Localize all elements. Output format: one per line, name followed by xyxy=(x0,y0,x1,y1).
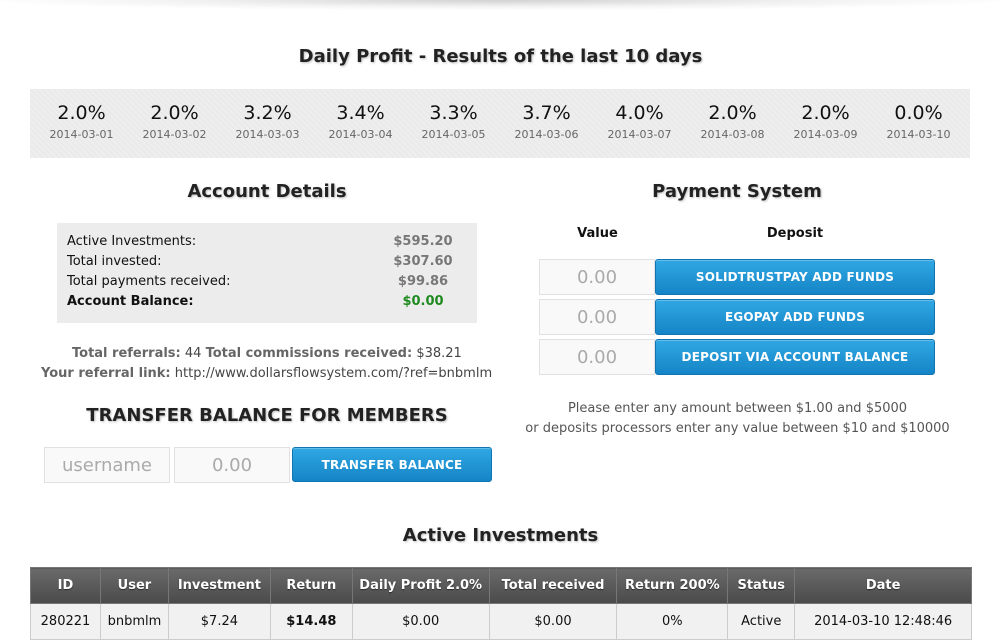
account-row-active-investments: Active Investments: $595.20 xyxy=(67,234,467,254)
account-row-label: Active Investments: xyxy=(67,234,197,249)
profit-day: 2.0% 2014-03-08 xyxy=(686,89,779,158)
referral-link[interactable]: http://www.dollarsflowsystem.com/?ref=bn… xyxy=(175,366,492,381)
profit-date: 2014-03-01 xyxy=(49,128,114,141)
account-details-title: Account Details xyxy=(187,181,347,202)
account-details-box: Active Investments: $595.20 Total invest… xyxy=(57,223,477,323)
referral-link-line: Your referral link: http://www.dollarsfl… xyxy=(41,366,492,381)
account-row-value: $99.86 xyxy=(397,274,449,289)
col-status: Status xyxy=(727,567,796,604)
egopay-amount-input[interactable]: 0.00 xyxy=(539,299,655,335)
profit-percent: 2.0% xyxy=(150,102,199,124)
profit-date: 2014-03-04 xyxy=(328,128,393,141)
profit-date: 2014-03-03 xyxy=(235,128,300,141)
cell-return: $14.48 xyxy=(269,603,353,640)
col-id: ID xyxy=(30,567,101,604)
cell-date: 2014-03-10 12:48:46 xyxy=(794,603,972,640)
deposit-note-line-1: Please enter any amount between $1.00 an… xyxy=(567,401,908,416)
cell-status: Active xyxy=(727,603,796,640)
account-row-value: $595.20 xyxy=(393,234,453,249)
transfer-balance-button[interactable]: TRANSFER BALANCE xyxy=(292,447,492,482)
profit-date: 2014-03-09 xyxy=(793,128,858,141)
account-row-value: $307.60 xyxy=(393,254,453,269)
table-row: 280221 bnbmlm $7.24 $14.48 $0.00 $0.00 0… xyxy=(30,603,972,640)
referrals-value: 44 xyxy=(184,346,202,361)
value-column-header: Value xyxy=(577,226,618,241)
profit-percent: 0.0% xyxy=(894,102,943,124)
profit-percent: 3.2% xyxy=(243,102,292,124)
cell-id: 280221 xyxy=(30,603,101,640)
transfer-amount-input[interactable]: 0.00 xyxy=(174,447,290,483)
col-investment: Investment xyxy=(167,567,271,604)
col-date: Date xyxy=(794,567,972,604)
profit-day: 2.0% 2014-03-01 xyxy=(35,89,128,158)
cell-daily-profit: $0.00 xyxy=(351,603,490,640)
profit-day: 2.0% 2014-03-02 xyxy=(128,89,221,158)
profit-day: 4.0% 2014-03-07 xyxy=(593,89,686,158)
deposit-column-header: Deposit xyxy=(766,226,824,241)
referral-stats: Total referrals: 44 Total commissions re… xyxy=(72,346,462,361)
profit-percent: 3.4% xyxy=(336,102,385,124)
cell-return-percent: 0% xyxy=(616,603,729,640)
account-row-label: Account Balance: xyxy=(67,294,194,309)
profit-date: 2014-03-07 xyxy=(607,128,672,141)
profit-date: 2014-03-08 xyxy=(700,128,765,141)
top-shadow xyxy=(0,0,999,10)
daily-profit-title: Daily Profit - Results of the last 10 da… xyxy=(298,46,703,67)
col-daily-profit: Daily Profit 2.0% xyxy=(351,567,490,604)
profit-date: 2014-03-06 xyxy=(514,128,579,141)
payment-system-title: Payment System xyxy=(652,181,822,202)
active-investments-table: ID User Investment Return Daily Profit 2… xyxy=(30,567,972,640)
profit-percent: 2.0% xyxy=(57,102,106,124)
account-row-label: Total invested: xyxy=(67,254,162,269)
username-input[interactable]: username xyxy=(44,447,170,483)
deposit-via-balance-button[interactable]: DEPOSIT VIA ACCOUNT BALANCE xyxy=(655,339,935,375)
cell-investment: $7.24 xyxy=(167,603,271,640)
referrals-label: Total referrals: xyxy=(72,346,181,361)
profit-date: 2014-03-05 xyxy=(421,128,486,141)
cell-total-received: $0.00 xyxy=(488,603,618,640)
profit-percent: 3.3% xyxy=(429,102,478,124)
table-header-row: ID User Investment Return Daily Profit 2… xyxy=(30,567,972,604)
profit-day: 0.0% 2014-03-10 xyxy=(872,89,965,158)
account-balance-value: $0.00 xyxy=(402,294,444,309)
account-row-label: Total payments received: xyxy=(67,274,231,289)
profit-percent: 4.0% xyxy=(615,102,664,124)
cell-user: bnbmlm xyxy=(99,603,169,640)
solidtrustpay-amount-input[interactable]: 0.00 xyxy=(539,259,655,295)
deposit-note-line-2: or deposits processors enter any value b… xyxy=(525,421,950,436)
account-balance-amount-input[interactable]: 0.00 xyxy=(539,339,655,375)
col-user: User xyxy=(99,567,169,604)
profit-date: 2014-03-10 xyxy=(886,128,951,141)
transfer-title: TRANSFER BALANCE FOR MEMBERS xyxy=(86,405,448,426)
egopay-add-funds-button[interactable]: EGOPAY ADD FUNDS xyxy=(655,299,935,335)
profit-day: 3.2% 2014-03-03 xyxy=(221,89,314,158)
account-row-total-invested: Total invested: $307.60 xyxy=(67,254,467,274)
profit-day: 2.0% 2014-03-09 xyxy=(779,89,872,158)
profit-day: 3.3% 2014-03-05 xyxy=(407,89,500,158)
commissions-label: Total commissions received: xyxy=(205,346,413,361)
profit-day: 3.4% 2014-03-04 xyxy=(314,89,407,158)
active-investments-title: Active Investments xyxy=(402,525,599,546)
daily-profit-strip: 2.0% 2014-03-01 2.0% 2014-03-02 3.2% 2014-0… xyxy=(30,89,970,158)
col-total-received: Total received xyxy=(488,567,618,604)
solidtrustpay-add-funds-button[interactable]: SOLIDTRUSTPAY ADD FUNDS xyxy=(655,259,935,295)
col-return-percent: Return 200% xyxy=(616,567,729,604)
profit-percent: 2.0% xyxy=(801,102,850,124)
deposit-limits-note: Please enter any amount between $1.00 an… xyxy=(505,399,970,439)
account-row-payments-received: Total payments received: $99.86 xyxy=(67,274,467,294)
col-return: Return xyxy=(269,567,353,604)
referral-link-label: Your referral link: xyxy=(41,366,171,381)
profit-date: 2014-03-02 xyxy=(142,128,207,141)
profit-percent: 3.7% xyxy=(522,102,571,124)
profit-day: 3.7% 2014-03-06 xyxy=(500,89,593,158)
account-row-balance: Account Balance: $0.00 xyxy=(67,294,467,314)
profit-percent: 2.0% xyxy=(708,102,757,124)
commissions-value: $38.21 xyxy=(416,346,462,361)
